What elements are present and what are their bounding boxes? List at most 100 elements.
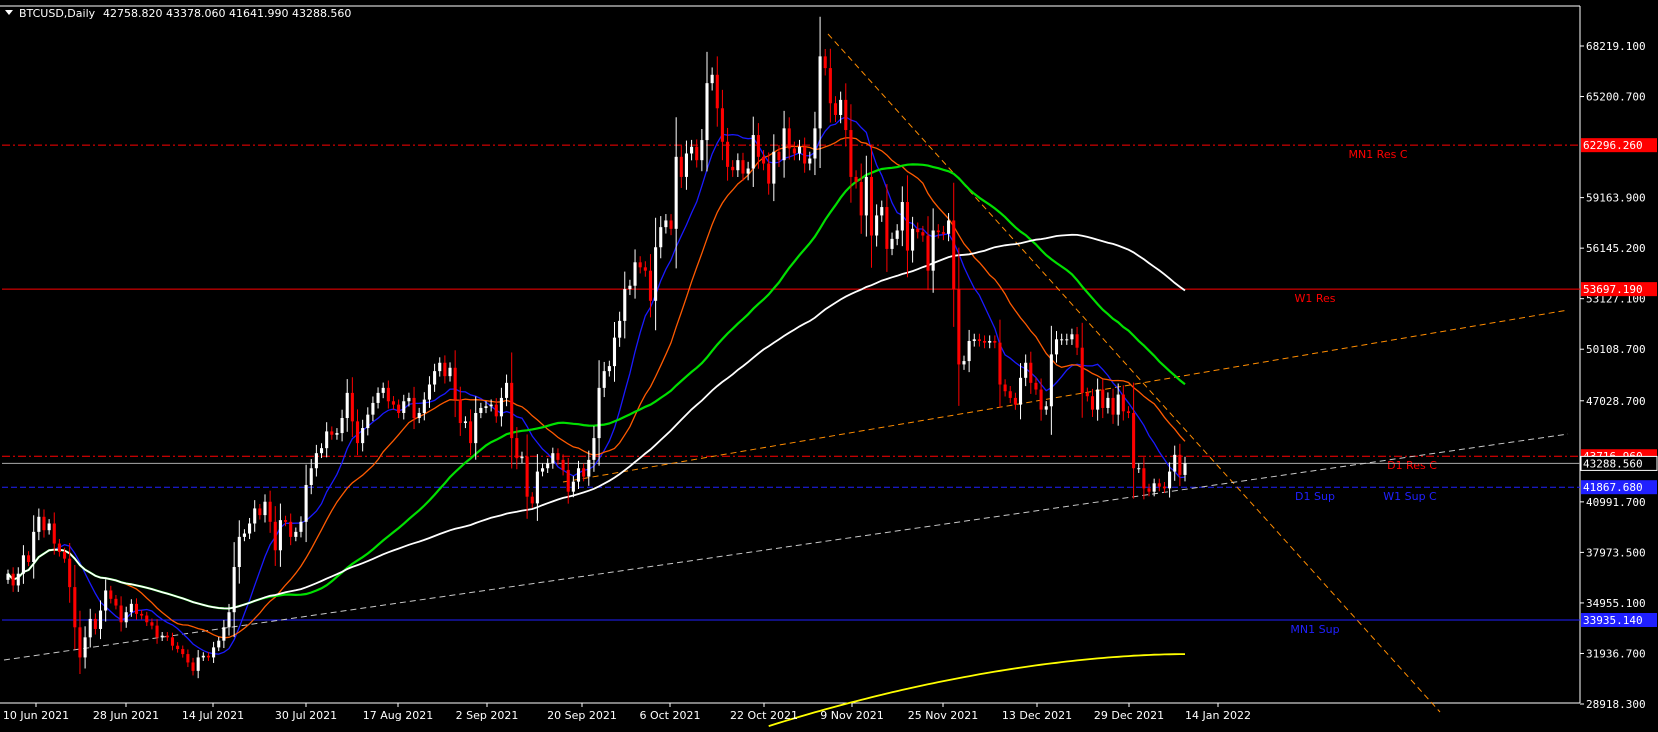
candle-body[interactable] [145,615,149,623]
candle-body[interactable] [767,163,771,184]
candle-body[interactable] [782,128,786,161]
candle-body[interactable] [217,640,221,648]
candle-body[interactable] [731,166,735,171]
candle-body[interactable] [648,270,653,301]
candle-body[interactable] [386,387,390,402]
candle-body[interactable] [1044,406,1048,410]
candle-body[interactable] [1049,354,1053,407]
candle-body[interactable] [988,340,992,343]
candle-body[interactable] [669,220,673,229]
candle-body[interactable] [1147,488,1151,492]
candle-body[interactable] [412,397,416,419]
candle-body[interactable] [484,406,488,408]
candle-body[interactable] [21,555,25,574]
candle-body[interactable] [1183,463,1187,475]
candle-body[interactable] [1018,377,1023,405]
candle-body[interactable] [42,516,46,531]
candle-body[interactable] [561,459,565,470]
price-chart[interactable]: MN1 Res C W1 Res D1 Res C D1 Sup W1 Sup C MN1… [0,0,1658,728]
candle-body[interactable] [402,401,406,413]
candle-body[interactable] [957,289,961,365]
candle-body[interactable] [844,99,848,131]
candle-body[interactable] [206,655,210,658]
candle-body[interactable] [849,130,853,177]
candle-body[interactable] [124,612,128,623]
candle-body[interactable] [345,392,349,419]
candle-body[interactable] [571,481,575,492]
candle-body[interactable] [88,618,92,638]
candle-body[interactable] [1116,394,1120,415]
candle-body[interactable] [1178,454,1182,475]
candle-body[interactable] [998,342,1002,385]
candle-body[interactable] [165,635,169,638]
candle-body[interactable] [592,438,596,460]
candle-body[interactable] [705,83,709,141]
candle-body[interactable] [576,468,581,482]
candle-body[interactable] [376,392,380,403]
candle-body[interactable] [499,397,503,417]
candle-body[interactable] [1034,382,1038,390]
candle-body[interactable] [201,655,205,658]
candle-body[interactable] [11,573,15,586]
candle-body[interactable] [700,140,704,161]
candle-body[interactable] [941,232,945,234]
candle-body[interactable] [684,153,688,177]
candle-body[interactable] [381,387,385,393]
candle-body[interactable] [679,156,683,177]
candle-body[interactable] [309,468,313,485]
candle-body[interactable] [134,603,139,614]
candle-body[interactable] [1111,397,1115,415]
candle-body[interactable] [602,371,606,388]
candle-body[interactable] [78,627,82,658]
candle-body[interactable] [427,384,432,400]
candle-body[interactable] [73,587,77,628]
candle-body[interactable] [62,551,67,559]
candle-body[interactable] [222,627,226,641]
candle-body[interactable] [803,146,807,164]
candle-body[interactable] [469,421,473,444]
candle-body[interactable] [83,637,87,658]
candle-body[interactable] [587,459,591,477]
candle-body[interactable] [98,610,103,629]
candle-body[interactable] [489,404,493,407]
candle-body[interactable] [746,168,750,174]
candle-body[interactable] [890,238,894,249]
candle-body[interactable] [833,103,838,115]
candle-body[interactable] [1126,411,1131,413]
candle-body[interactable] [566,469,570,492]
candle-body[interactable] [690,146,694,154]
candle-body[interactable] [463,421,467,424]
candle-body[interactable] [47,523,51,531]
candle-body[interactable] [823,56,827,69]
candle-body[interactable] [109,590,113,599]
candle-body[interactable] [1168,471,1172,489]
candle-body[interactable] [695,146,699,161]
candle-body[interactable] [253,508,257,524]
candle-body[interactable] [808,158,812,164]
candle-body[interactable] [494,404,498,417]
candle-body[interactable] [212,647,216,658]
candle-body[interactable] [16,573,20,586]
candle-body[interactable] [140,613,144,616]
candle-body[interactable] [299,521,303,532]
candle-body[interactable] [556,453,560,460]
candle-body[interactable] [880,207,884,216]
candle-body[interactable] [1070,334,1074,340]
candle-body[interactable] [1106,397,1110,408]
candle-body[interactable] [278,520,282,551]
candle-body[interactable] [612,337,617,367]
candle-body[interactable] [1039,389,1043,410]
candle-body[interactable] [196,657,200,671]
candle-body[interactable] [926,235,930,271]
candle-body[interactable] [859,181,863,216]
candle-body[interactable] [530,496,534,504]
candle-body[interactable] [618,320,622,338]
candle-body[interactable] [32,531,36,562]
candle-body[interactable] [304,484,308,522]
candle-body[interactable] [361,428,365,444]
candle-body[interactable] [453,367,457,400]
candle-body[interactable] [191,662,195,671]
candle-body[interactable] [597,387,601,439]
candle-body[interactable] [263,501,267,516]
candle-body[interactable] [643,267,647,271]
